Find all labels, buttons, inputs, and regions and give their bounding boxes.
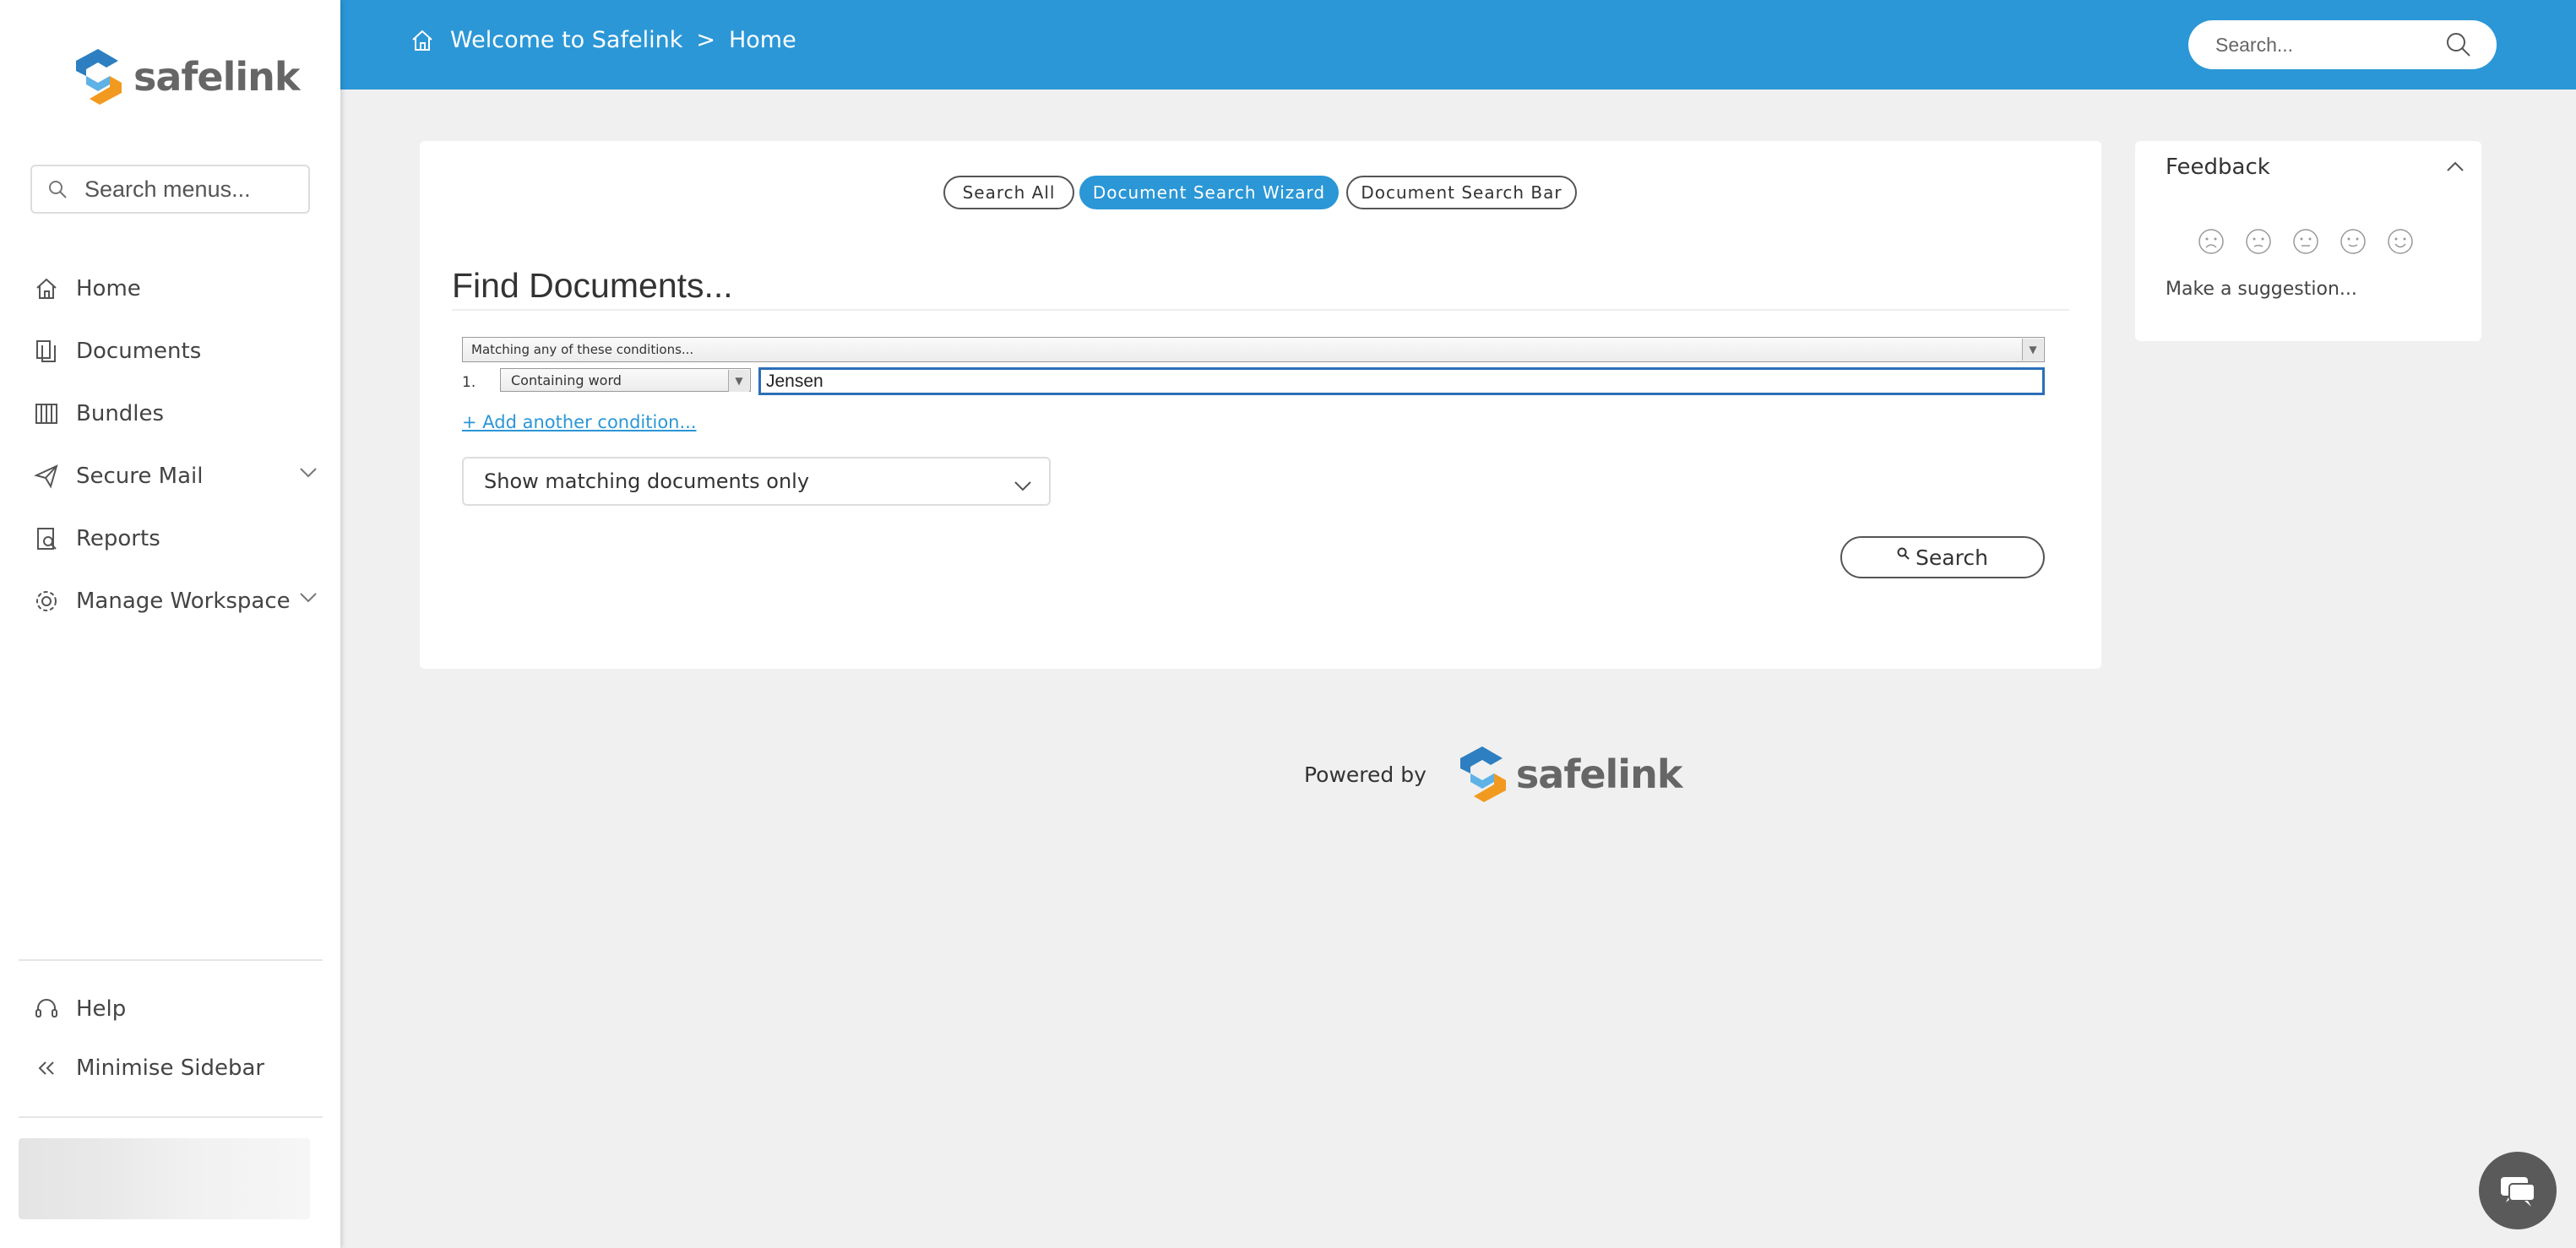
sidebar-item-label: Bundles	[76, 401, 165, 426]
gear-icon	[30, 585, 62, 617]
dropdown-arrow-icon: ▼	[2022, 339, 2043, 361]
search-all-button[interactable]: Search All	[943, 176, 1074, 209]
search-button[interactable]: Search	[1840, 536, 2045, 578]
chevron-down-icon[interactable]	[299, 466, 318, 482]
home-icon[interactable]	[410, 28, 435, 53]
paper-plane-icon	[30, 460, 62, 492]
very-happy-face-icon[interactable]	[2385, 226, 2416, 257]
condition-operator-value: Containing word	[511, 372, 622, 388]
sidebar-divider	[19, 959, 323, 961]
match-mode-select[interactable]: Matching any of these conditions... ▼	[462, 337, 2045, 362]
happy-face-icon[interactable]	[2338, 226, 2368, 257]
sidebar-item-label: Manage Workspace	[76, 589, 291, 614]
document-search-wizard-button[interactable]: Document Search Wizard	[1079, 176, 1339, 209]
title-divider	[452, 309, 2069, 311]
top-bar: Welcome to Safelink > Home	[340, 0, 2576, 90]
sidebar-item-secure-mail[interactable]: Secure Mail	[30, 451, 318, 502]
powered-by: Powered by safelink	[1304, 745, 1682, 804]
sidebar-item-label: Minimise Sidebar	[76, 1055, 265, 1081]
sad-face-icon[interactable]	[2243, 226, 2274, 257]
condition-number: 1.	[462, 374, 476, 391]
condition-operator-select[interactable]: Containing word ▼	[500, 368, 751, 392]
display-option-value: Show matching documents only	[484, 469, 810, 493]
sidebar-divider	[19, 1116, 323, 1118]
page-title: Find Documents...	[452, 266, 733, 305]
chat-bubble-icon	[2497, 1172, 2538, 1209]
condition-value-input[interactable]	[758, 367, 2045, 395]
breadcrumb: Welcome to Safelink > Home	[410, 27, 796, 53]
add-condition-link[interactable]: + Add another condition...	[462, 412, 697, 432]
breadcrumb-current: Home	[728, 27, 796, 53]
user-profile-blurred[interactable]	[19, 1138, 310, 1219]
dropdown-arrow-icon: ▼	[728, 370, 749, 392]
make-suggestion-link[interactable]: Make a suggestion...	[2166, 279, 2357, 300]
document-search-bar-button[interactable]: Document Search Bar	[1346, 176, 1577, 209]
sidebar-item-bundles[interactable]: Bundles	[30, 388, 318, 439]
headset-icon	[30, 993, 62, 1025]
feedback-panel: Feedback Make a suggestion...	[2135, 141, 2481, 341]
sidebar-item-documents[interactable]: Documents	[30, 326, 318, 377]
sidebar-item-label: Reports	[76, 526, 160, 551]
double-chevron-left-icon	[30, 1052, 62, 1084]
safelink-logo-mark-icon	[1459, 746, 1506, 802]
logo-wordmark: safelink	[1515, 752, 1683, 797]
safelink-logo[interactable]: safelink	[73, 47, 301, 106]
sidebar-item-label: Help	[76, 996, 127, 1022]
global-search-input[interactable]	[2214, 32, 2445, 57]
very-sad-face-icon[interactable]	[2196, 226, 2226, 257]
search-icon[interactable]	[2445, 31, 2472, 58]
sidebar-item-help[interactable]: Help	[30, 984, 318, 1034]
breadcrumb-separator: >	[696, 27, 715, 53]
search-wizard-card: Search All Document Search Wizard Docume…	[420, 141, 2101, 669]
sidebar-item-minimise[interactable]: Minimise Sidebar	[30, 1043, 318, 1093]
bundles-icon	[30, 398, 62, 430]
safelink-logo-mark-icon	[76, 49, 122, 105]
chat-button[interactable]	[2479, 1152, 2557, 1229]
menu-search[interactable]	[30, 165, 310, 214]
sidebar: safelink Home Documents Bundles Secure M…	[0, 0, 340, 1248]
chevron-down-icon[interactable]	[299, 591, 318, 607]
match-mode-value: Matching any of these conditions...	[471, 342, 694, 357]
documents-icon	[30, 335, 62, 367]
logo-wordmark: safelink	[133, 54, 301, 100]
sidebar-item-home[interactable]: Home	[30, 263, 318, 314]
chevron-down-icon	[1014, 474, 1032, 497]
feedback-faces	[2196, 226, 2432, 257]
display-option-select[interactable]: Show matching documents only	[462, 457, 1051, 506]
sidebar-item-label: Secure Mail	[76, 464, 204, 489]
breadcrumb-root[interactable]: Welcome to Safelink	[450, 27, 682, 53]
sidebar-item-manage-workspace[interactable]: Manage Workspace	[30, 576, 318, 627]
neutral-face-icon[interactable]	[2291, 226, 2321, 257]
powered-by-label: Powered by	[1304, 762, 1427, 787]
menu-search-input[interactable]	[83, 175, 280, 203]
home-icon	[30, 273, 62, 305]
magnifier-icon	[1897, 541, 1910, 566]
chevron-up-icon[interactable]	[2446, 160, 2465, 176]
global-search[interactable]	[2188, 20, 2497, 69]
search-icon	[47, 179, 68, 199]
reports-icon	[30, 523, 62, 555]
feedback-title: Feedback	[2166, 155, 2270, 180]
sidebar-item-label: Home	[76, 276, 141, 301]
search-button-label: Search	[1916, 545, 1988, 570]
sidebar-item-reports[interactable]: Reports	[30, 513, 318, 564]
sidebar-item-label: Documents	[76, 339, 202, 364]
